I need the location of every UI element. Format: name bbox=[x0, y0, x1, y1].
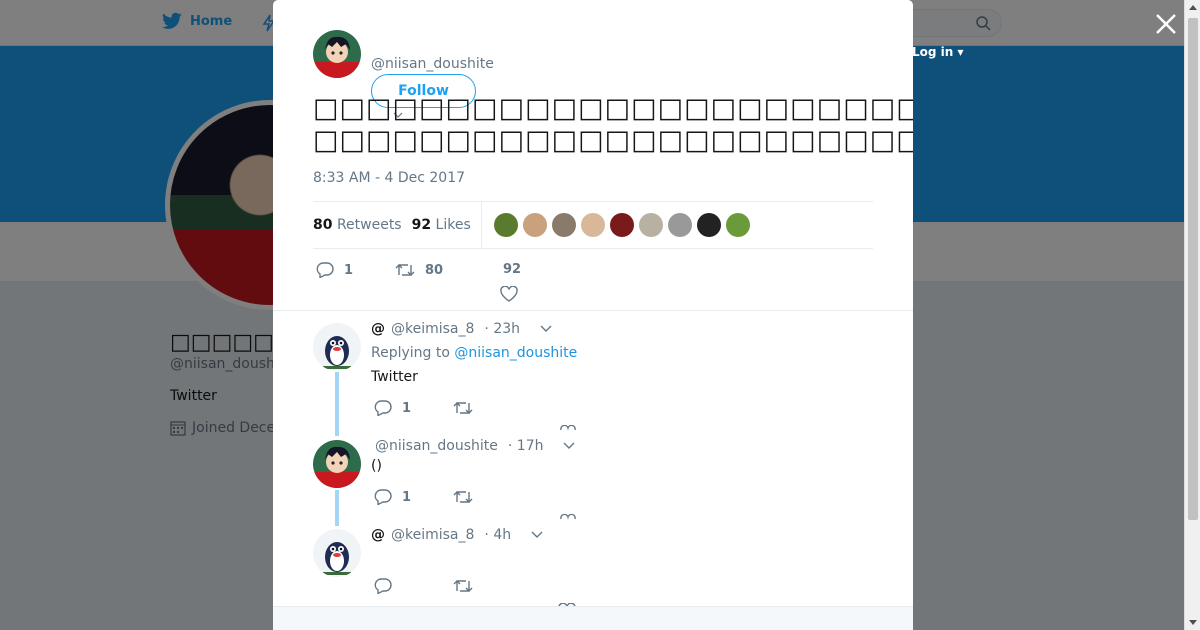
reply-author-name[interactable]: @ bbox=[371, 527, 385, 543]
liker-avatar[interactable] bbox=[522, 213, 547, 237]
reply-action[interactable]: 1 bbox=[374, 489, 411, 505]
liker-avatar[interactable] bbox=[638, 213, 663, 237]
scroll-thumb[interactable] bbox=[1188, 18, 1198, 520]
thread-connector bbox=[335, 372, 339, 436]
reply-icon bbox=[374, 489, 392, 505]
scrollbar[interactable] bbox=[1184, 0, 1200, 630]
retweet-icon bbox=[453, 491, 473, 503]
tweet-actions: 1 80 92 bbox=[313, 260, 873, 290]
reply-icon bbox=[374, 578, 392, 594]
reply-time[interactable]: · 4h bbox=[484, 527, 511, 543]
likes-stat[interactable]: 92 Likes bbox=[412, 217, 471, 233]
tweet-modal: @niisan_doushite Follow □□□□□□□□□□□□□□□□… bbox=[273, 0, 913, 630]
reply-avatar-penguin[interactable] bbox=[313, 529, 361, 577]
likers-avatars bbox=[493, 213, 750, 237]
reply-time[interactable]: · 23h bbox=[484, 321, 520, 337]
liker-avatar[interactable] bbox=[609, 213, 634, 237]
reply-text: () bbox=[371, 458, 382, 474]
tweet-text-line-2: □□□□□□□□□□□□□□□□□□□□□□□□□□□□□□□□□□□ bbox=[313, 125, 913, 156]
reply-author-handle[interactable]: @niisan_doushite bbox=[375, 438, 498, 454]
scroll-down-arrow[interactable] bbox=[1189, 620, 1197, 625]
retweet-icon bbox=[453, 580, 473, 592]
liker-avatar[interactable] bbox=[551, 213, 576, 237]
heart-icon[interactable] bbox=[560, 514, 576, 520]
stats-divider bbox=[480, 202, 482, 248]
author-handle[interactable]: @niisan_doushite bbox=[371, 56, 494, 72]
liker-avatar[interactable] bbox=[696, 213, 721, 237]
author-avatar[interactable] bbox=[313, 30, 361, 78]
like-count[interactable]: 92 bbox=[503, 262, 521, 277]
scroll-up-arrow[interactable] bbox=[1189, 5, 1197, 10]
liker-avatar[interactable] bbox=[725, 213, 750, 237]
thread-separator bbox=[273, 310, 913, 311]
reply-icon bbox=[316, 262, 334, 278]
retweet-icon bbox=[395, 264, 415, 276]
reply-author-handle[interactable]: @keimisa_8 bbox=[391, 527, 474, 543]
reply-avatar-niisan[interactable] bbox=[313, 440, 361, 488]
login-link[interactable]: Log in ▾ bbox=[912, 45, 964, 59]
liker-avatar[interactable] bbox=[580, 213, 605, 237]
reply-action[interactable] bbox=[374, 578, 392, 594]
reply-avatar-penguin[interactable] bbox=[313, 323, 361, 371]
chevron-down-icon[interactable] bbox=[563, 442, 575, 450]
reply-action[interactable]: 1 bbox=[374, 400, 411, 416]
reply-author-name[interactable]: @ bbox=[371, 321, 385, 337]
reply-header: @niisan_doushite · 17h bbox=[375, 438, 575, 454]
replying-to-link[interactable]: @niisan_doushite bbox=[454, 345, 577, 361]
heart-icon[interactable] bbox=[500, 286, 518, 302]
reply-icon bbox=[374, 400, 392, 416]
chevron-down-icon[interactable] bbox=[540, 325, 552, 333]
retweet-icon bbox=[453, 402, 473, 414]
chevron-down-icon[interactable] bbox=[531, 531, 543, 539]
liker-avatar[interactable] bbox=[667, 213, 692, 237]
retweet-action[interactable]: 80 bbox=[395, 262, 443, 278]
retweet-action[interactable] bbox=[453, 489, 473, 505]
retweet-action[interactable] bbox=[453, 400, 473, 416]
close-icon[interactable] bbox=[1154, 12, 1178, 36]
reply-header: @ @keimisa_8 · 23h bbox=[371, 321, 552, 337]
retweet-action[interactable] bbox=[453, 578, 473, 594]
modal-footer bbox=[273, 606, 913, 630]
reply-header: @ @keimisa_8 · 4h bbox=[371, 527, 543, 543]
retweets-stat[interactable]: 80 Retweets bbox=[313, 217, 402, 233]
reply-action[interactable]: 1 bbox=[316, 262, 353, 278]
thread-connector bbox=[335, 490, 339, 526]
tweet-timestamp[interactable]: 8:33 AM - 4 Dec 2017 bbox=[313, 170, 465, 186]
tweet-stats: 80 Retweets 92 Likes bbox=[313, 201, 873, 249]
tweet-text-line-1: □□□□□□□□□□□□□□□□□□□□□□□□□□□□□□□ bbox=[313, 93, 913, 124]
replying-to: Replying to @niisan_doushite bbox=[371, 345, 578, 361]
reply-text: Twitter bbox=[371, 369, 418, 385]
reply-author-handle[interactable]: @keimisa_8 bbox=[391, 321, 474, 337]
tweet-text: □□□□□□□□□□□□□□□□□□□□□□□ □□□□□□□□ □□□□□□□□… bbox=[313, 93, 913, 157]
heart-icon[interactable] bbox=[560, 425, 576, 431]
reply-time[interactable]: · 17h bbox=[508, 438, 544, 454]
liker-avatar[interactable] bbox=[493, 213, 518, 237]
